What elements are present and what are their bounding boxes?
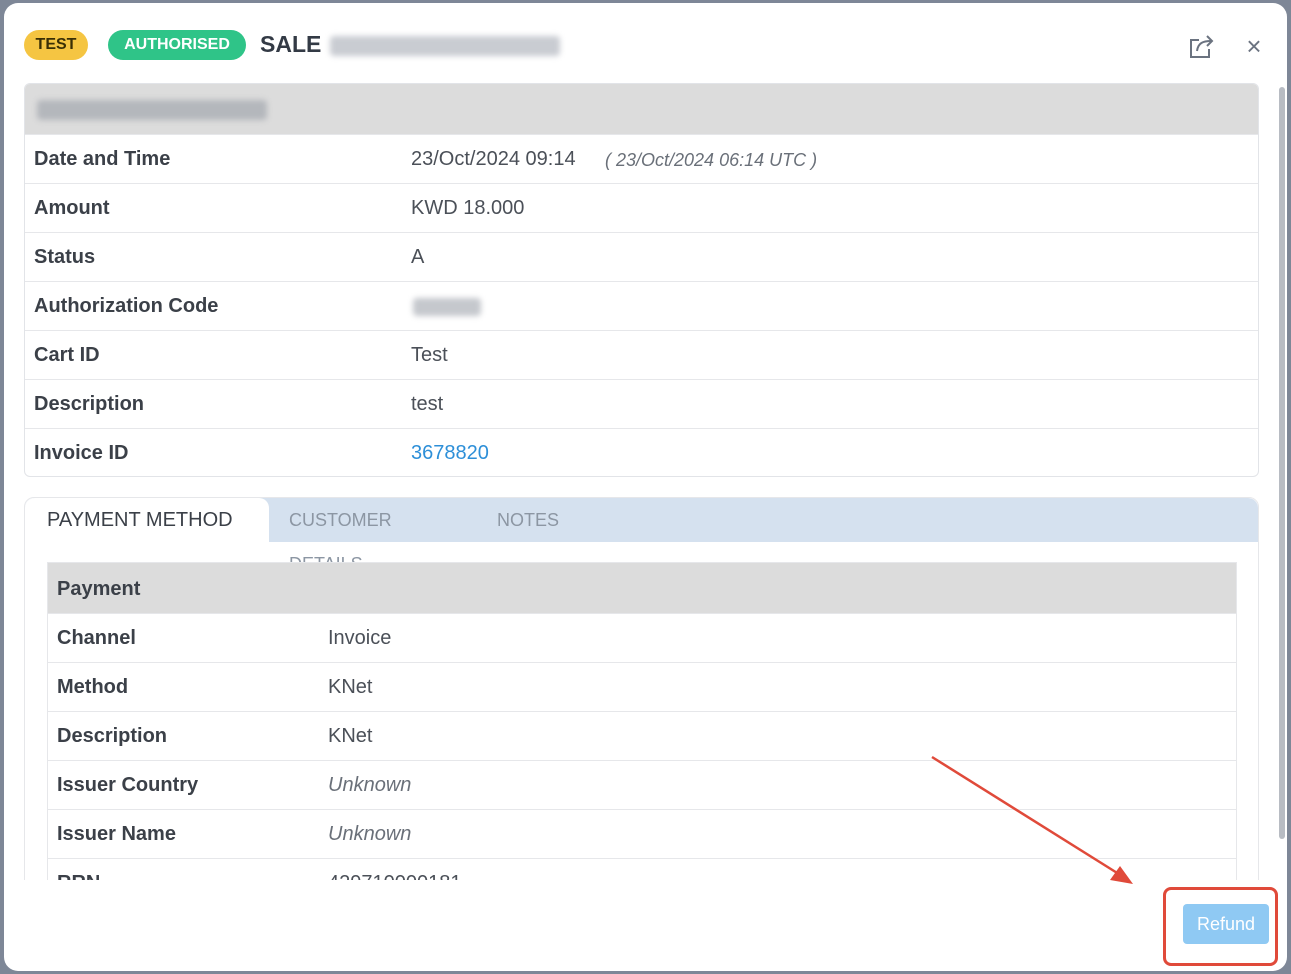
payment-tabs-panel: PAYMENT METHOD CUSTOMER DETAILS NOTES Pa… <box>24 497 1259 880</box>
detail-row-invoice-id: Invoice ID 3678820 <box>25 428 1258 476</box>
payment-table: Payment Channel Invoice Method KNet Desc… <box>47 562 1237 880</box>
detail-label: Description <box>34 393 145 415</box>
detail-row-cart-id: Cart ID Test <box>25 330 1258 379</box>
detail-value: 23/Oct/2024 09:14 <box>411 148 576 170</box>
detail-row-description: Description test <box>25 379 1258 428</box>
detail-row-status: Status A <box>25 232 1258 281</box>
payment-value: 429710000181 <box>328 872 461 880</box>
payment-value: Unknown <box>328 774 412 796</box>
detail-row-date: Date and Time 23/Oct/2024 09:14 ( 23/Oct… <box>25 134 1258 183</box>
annotation-highlight-box <box>1163 887 1278 966</box>
payment-row-description: Description KNet <box>48 711 1236 760</box>
payment-value: KNet <box>328 725 373 747</box>
detail-label: Status <box>34 246 96 268</box>
payment-label: Issuer Country <box>57 774 199 796</box>
detail-label: Authorization Code <box>34 295 219 317</box>
test-badge: TEST <box>24 30 88 60</box>
detail-value: test <box>411 393 444 415</box>
payment-value: Unknown <box>328 823 412 845</box>
detail-label: Date and Time <box>34 148 171 170</box>
detail-value: KWD 18.000 <box>411 197 525 219</box>
transaction-type-title: SALE <box>260 31 322 57</box>
transaction-details-table: Date and Time 23/Oct/2024 09:14 ( 23/Oct… <box>24 83 1259 477</box>
detail-value: Test <box>411 344 448 366</box>
payment-label: Issuer Name <box>57 823 176 845</box>
payment-label: Description <box>57 725 168 747</box>
detail-label: Invoice ID <box>34 442 129 464</box>
payment-value: KNet <box>328 676 373 698</box>
payment-row-issuer-name: Issuer Name Unknown <box>48 809 1236 858</box>
scrollbar-thumb[interactable] <box>1279 87 1285 839</box>
merchant-header <box>25 84 1258 134</box>
payment-value: Invoice <box>328 627 392 649</box>
redacted-auth-code <box>413 298 481 316</box>
modal-header: TEST AUTHORISED SALE × <box>4 3 1287 83</box>
tab-customer-details[interactable]: CUSTOMER DETAILS <box>289 498 469 574</box>
payment-heading: Payment <box>48 563 1236 613</box>
detail-label: Cart ID <box>34 344 100 366</box>
utc-time: ( 23/Oct/2024 06:14 UTC ) <box>605 150 818 170</box>
payment-row-issuer-country: Issuer Country Unknown <box>48 760 1236 809</box>
tab-notes[interactable]: NOTES <box>497 498 567 542</box>
payment-row-method: Method KNet <box>48 662 1236 711</box>
detail-label: Amount <box>34 197 110 219</box>
detail-row-auth-code: Authorization Code <box>25 281 1258 330</box>
share-icon[interactable] <box>1185 31 1217 61</box>
transaction-modal: TEST AUTHORISED SALE × Date and Time 23/… <box>4 3 1287 971</box>
payment-heading-label: Payment <box>57 578 141 600</box>
modal-body[interactable]: Date and Time 23/Oct/2024 09:14 ( 23/Oct… <box>24 83 1259 880</box>
payment-label: RRN <box>57 872 100 880</box>
detail-row-amount: Amount KWD 18.000 <box>25 183 1258 232</box>
detail-value: A <box>411 246 425 268</box>
payment-label: Method <box>57 676 129 698</box>
payment-label: Channel <box>57 627 136 649</box>
payment-row-channel: Channel Invoice <box>48 613 1236 662</box>
tab-bar: PAYMENT METHOD CUSTOMER DETAILS NOTES <box>25 498 1258 574</box>
status-badge: AUTHORISED <box>108 30 246 60</box>
close-icon[interactable]: × <box>1241 31 1267 61</box>
payment-row-rrn: RRN 429710000181 <box>48 858 1236 880</box>
redacted-transaction-ref <box>330 36 560 56</box>
invoice-id-link[interactable]: 3678820 <box>411 442 489 465</box>
tab-payment-method[interactable]: PAYMENT METHOD <box>25 498 269 542</box>
redacted-merchant-name <box>37 100 267 120</box>
